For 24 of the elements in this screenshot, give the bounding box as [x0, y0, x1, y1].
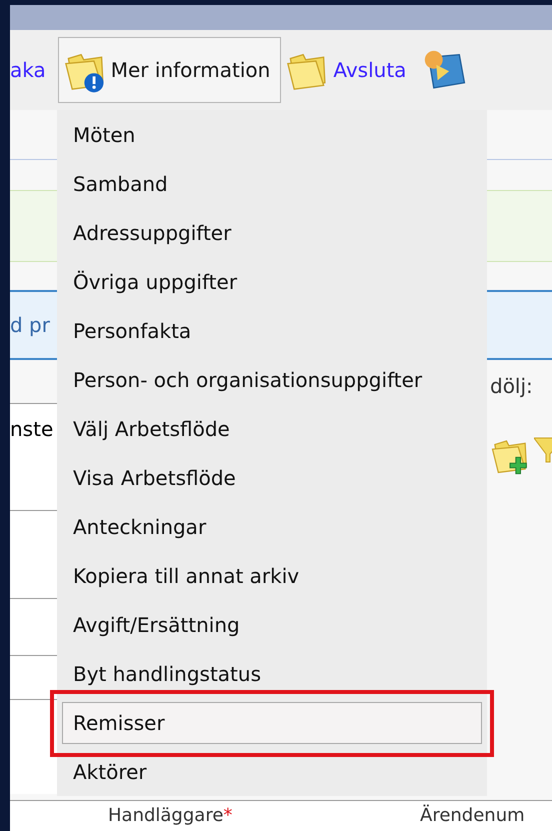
menu-item[interactable]: Avgift/Ersättning [62, 604, 482, 646]
menu-item[interactable]: Aktörer [62, 750, 482, 792]
menu-item[interactable]: Kopiera till annat arkiv [62, 554, 482, 596]
menu-item[interactable]: Person- och organisationsuppgifter [62, 358, 482, 400]
menu-item[interactable]: Adressuppgifter [62, 212, 482, 254]
toolbar-link[interactable]: aka [10, 58, 46, 82]
field-label: Ärendenum [420, 805, 525, 826]
toolbar-link[interactable]: Avsluta [333, 58, 406, 82]
menu-item[interactable]: Välj Arbetsflöde [62, 408, 482, 450]
table-cell [10, 655, 57, 699]
menu-item[interactable]: Samband [62, 162, 482, 204]
menu-button[interactable]: Mer information [58, 37, 282, 103]
table-cell [10, 598, 57, 655]
menu-item[interactable]: Visa Arbetsflöde [62, 456, 482, 498]
table-cell: nste [10, 403, 57, 510]
field-label: dölj: [490, 374, 534, 398]
menu-item[interactable]: Byt handlingstatus [62, 652, 482, 694]
menu-item[interactable]: Anteckningar [62, 506, 482, 548]
menu-item[interactable]: Möten [62, 114, 482, 156]
menu-item[interactable]: Remisser [62, 702, 482, 744]
menu-item[interactable]: Personfakta [62, 310, 482, 352]
menu-item[interactable]: Övriga uppgifter [62, 260, 482, 302]
info-text: d pr [10, 313, 50, 337]
field-label: Handläggare* [108, 805, 232, 826]
